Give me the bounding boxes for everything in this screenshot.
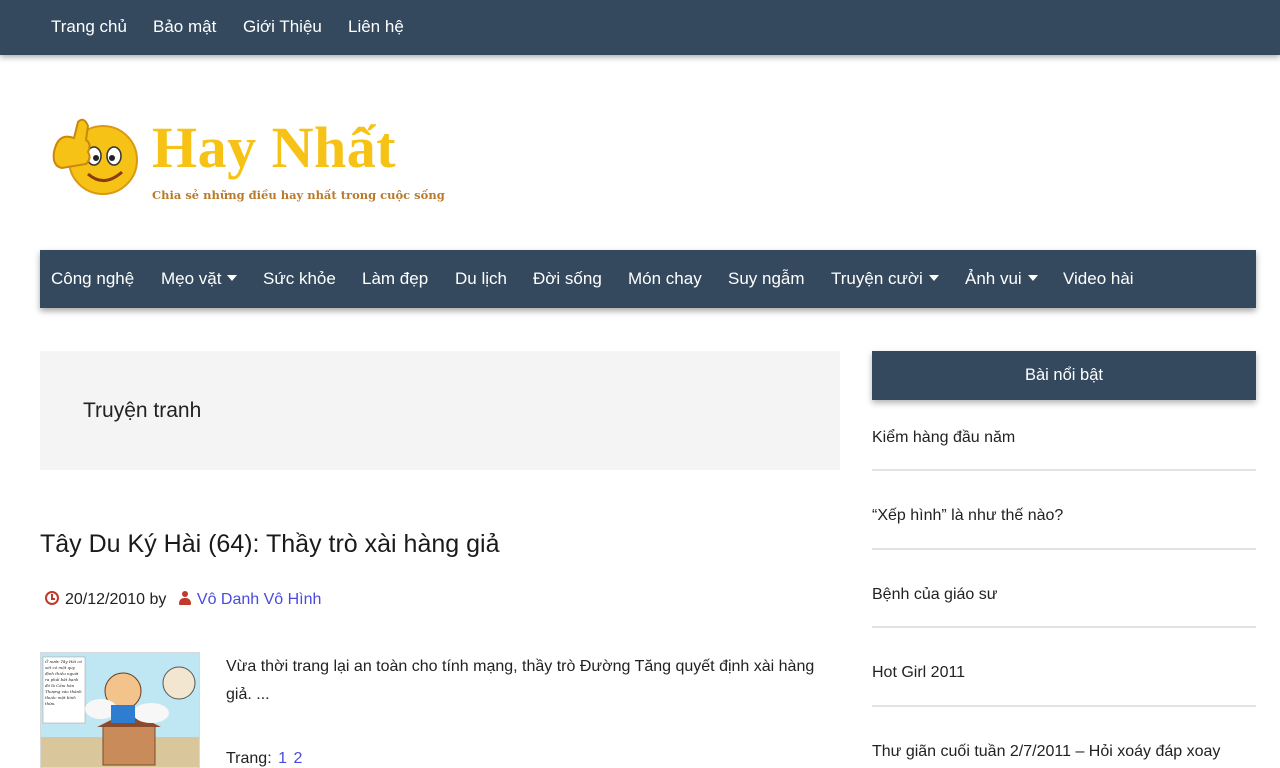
nav-label: Video hài	[1063, 269, 1134, 288]
nav-label: Sức khỏe	[263, 269, 336, 288]
main-navigation-bar: Công nghệ Mẹo vặt Sức khỏe Làm đẹp Du lị…	[40, 250, 1256, 308]
nav-label: Mẹo vặt	[161, 269, 222, 288]
page-1-link[interactable]: 1	[278, 750, 287, 767]
post-author-link[interactable]: Vô Danh Vô Hình	[197, 591, 322, 608]
caret-down-icon	[928, 275, 939, 281]
nav-truyen-cuoi[interactable]: Truyện cười	[831, 269, 939, 289]
nav-lam-dep[interactable]: Làm đẹp	[362, 269, 428, 289]
thumbs-up-smiley-icon	[52, 118, 138, 195]
featured-post-link[interactable]: Thư giãn cuối tuần 2/7/2011 – Hỏi xoáy đ…	[872, 743, 1256, 761]
nav-label: Đời sống	[533, 269, 602, 288]
featured-post-link[interactable]: “Xếp hình” là như thế nào?	[872, 507, 1256, 525]
nav-cong-nghe[interactable]: Công nghệ	[51, 269, 134, 289]
nav-mon-chay[interactable]: Món chay	[628, 269, 702, 289]
nav-suy-ngam[interactable]: Suy ngẫm	[728, 269, 805, 289]
post-pagination: Trang: 1 2	[226, 750, 302, 768]
top-navigation-bar: Trang chủ Bảo mật Giới Thiệu Liên hệ	[0, 0, 1280, 55]
featured-post-link[interactable]: Bệnh của giáo sư	[872, 586, 1256, 604]
caret-down-icon	[227, 275, 238, 281]
post-meta: 20/12/2010 by Vô Danh Vô Hình	[45, 591, 321, 609]
logo-tagline: Chia sẻ những điều hay nhất trong cuộc s…	[152, 188, 445, 202]
divider	[872, 705, 1256, 707]
featured-widget-header: Bài nổi bật	[872, 351, 1256, 400]
archive-header: Truyện tranh	[40, 351, 840, 470]
post-by-label: by	[149, 591, 167, 608]
caret-down-icon	[1027, 275, 1038, 281]
featured-post-link[interactable]: Kiểm hàng đầu năm	[872, 429, 1256, 447]
pagination-label: Trang:	[226, 750, 272, 767]
site-logo[interactable]: Hay Nhất Chia sẻ những điều hay nhất tro…	[48, 108, 445, 212]
nav-du-lich[interactable]: Du lịch	[455, 269, 507, 289]
featured-widget-title: Bài nổi bật	[1025, 366, 1103, 384]
nav-meo-vat[interactable]: Mẹo vặt	[161, 269, 238, 289]
archive-title: Truyện tranh	[83, 399, 202, 422]
divider	[872, 626, 1256, 628]
nav-label: Món chay	[628, 269, 702, 288]
logo-title: Hay Nhất	[152, 115, 397, 180]
divider	[872, 469, 1256, 471]
nav-suc-khoe[interactable]: Sức khỏe	[263, 269, 336, 289]
nav-label: Truyện cười	[831, 269, 923, 288]
nav-label: Làm đẹp	[362, 269, 429, 288]
user-icon	[178, 591, 191, 605]
top-nav-contact-link[interactable]: Liên hệ	[348, 17, 404, 37]
top-nav-home-link[interactable]: Trang chủ	[51, 17, 127, 37]
nav-video-hai[interactable]: Video hài	[1063, 269, 1134, 289]
nav-label: Du lịch	[455, 269, 507, 288]
clock-icon	[45, 591, 59, 605]
thumbnail-caption: Ở nước Tây Hải có xét có một quy định th…	[45, 659, 82, 706]
post-date: 20/12/2010	[65, 591, 146, 608]
page-2-link[interactable]: 2	[293, 750, 302, 767]
top-nav-security-link[interactable]: Bảo mật	[153, 17, 216, 37]
featured-post-link[interactable]: Hot Girl 2011	[872, 664, 1256, 682]
nav-label: Suy ngẫm	[728, 269, 805, 288]
nav-label: Ảnh vui	[965, 269, 1022, 288]
nav-doi-song[interactable]: Đời sống	[533, 269, 602, 289]
post-thumbnail[interactable]: Ở nước Tây Hải có xét có một quy định th…	[40, 652, 200, 768]
top-nav-about-link[interactable]: Giới Thiệu	[243, 17, 322, 37]
nav-anh-vui[interactable]: Ảnh vui	[965, 269, 1038, 289]
divider	[872, 548, 1256, 550]
nav-label: Công nghệ	[51, 269, 135, 288]
post-excerpt: Vừa thời trang lại an toàn cho tính mạng…	[226, 658, 815, 703]
post-title-link[interactable]: Tây Du Ký Hài (64): Thầy trò xài hàng gi…	[40, 530, 499, 559]
